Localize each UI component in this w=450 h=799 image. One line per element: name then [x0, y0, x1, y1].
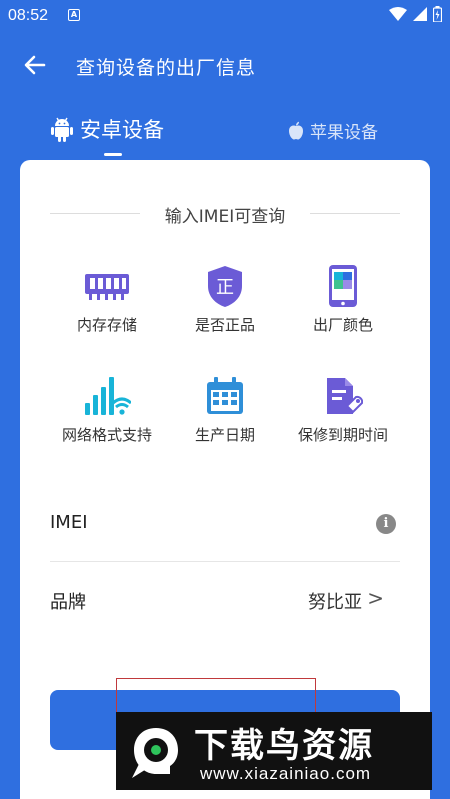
feature-genuine: 正 是否正品 [165, 264, 285, 335]
tab-android[interactable]: 安卓设备 [50, 114, 164, 144]
tab-apple-label: 苹果设备 [310, 123, 378, 143]
battery-icon [433, 6, 442, 22]
info-icon[interactable]: i [376, 514, 396, 534]
app-bar: 查询设备的出厂信息 [0, 38, 450, 92]
phone-color-icon [319, 264, 367, 308]
apple-icon [288, 121, 304, 140]
watermark-url: www.xiazainiao.com [200, 764, 372, 783]
android-icon [50, 115, 74, 143]
memory-chip-icon [83, 264, 131, 308]
device-tabs: 安卓设备 苹果设备 [0, 108, 450, 158]
brand-label: 品牌 [50, 592, 86, 613]
watermark-banner: 下载鸟资源 www.xiazainiao.com [116, 712, 432, 790]
feature-memory: 内存存储 [47, 264, 167, 335]
section-header: 输入IMEI可查询 [50, 200, 400, 228]
status-bar: 08:52 A [0, 0, 450, 32]
feature-color: 出厂颜色 [283, 264, 403, 335]
feature-date-label: 生产日期 [194, 426, 255, 444]
signal-wifi-icon [83, 374, 131, 418]
feature-memory-label: 内存存储 [76, 316, 137, 334]
page-title: 查询设备的出厂信息 [76, 57, 257, 79]
chevron-right-icon: > [367, 586, 384, 610]
signal-icon [413, 7, 427, 21]
brand-row[interactable]: 品牌 努比亚 > [50, 572, 400, 628]
feature-warranty-label: 保修到期时间 [297, 426, 388, 444]
imei-label: IMEI [50, 512, 88, 533]
watermark-title: 下载鸟资源 [194, 726, 374, 766]
feature-color-label: 出厂颜色 [312, 316, 373, 334]
warranty-doc-icon [319, 374, 367, 418]
svg-text:正: 正 [216, 277, 234, 298]
wifi-icon [389, 7, 407, 21]
feature-network: 网络格式支持 [47, 374, 167, 445]
calendar-icon [201, 374, 249, 418]
back-arrow-icon[interactable] [22, 52, 48, 78]
feature-genuine-label: 是否正品 [194, 316, 255, 334]
feature-date: 生产日期 [165, 374, 285, 445]
notification-icon: A [68, 9, 80, 21]
brand-value: 努比亚 [308, 592, 362, 613]
divider-right [310, 213, 400, 214]
status-time: 08:52 [8, 7, 49, 24]
section-title: 输入IMEI可查询 [164, 207, 286, 227]
tab-android-label: 安卓设备 [80, 118, 164, 142]
genuine-shield-icon: 正 [201, 264, 249, 308]
system-icons [389, 6, 442, 22]
tab-indicator [104, 153, 122, 156]
feature-warranty: 保修到期时间 [283, 374, 403, 445]
imei-row[interactable]: IMEI i [50, 496, 400, 552]
feature-network-label: 网络格式支持 [61, 426, 152, 444]
tab-apple[interactable]: 苹果设备 [288, 118, 378, 143]
bird-logo-icon [132, 728, 178, 778]
row-divider [50, 561, 400, 562]
